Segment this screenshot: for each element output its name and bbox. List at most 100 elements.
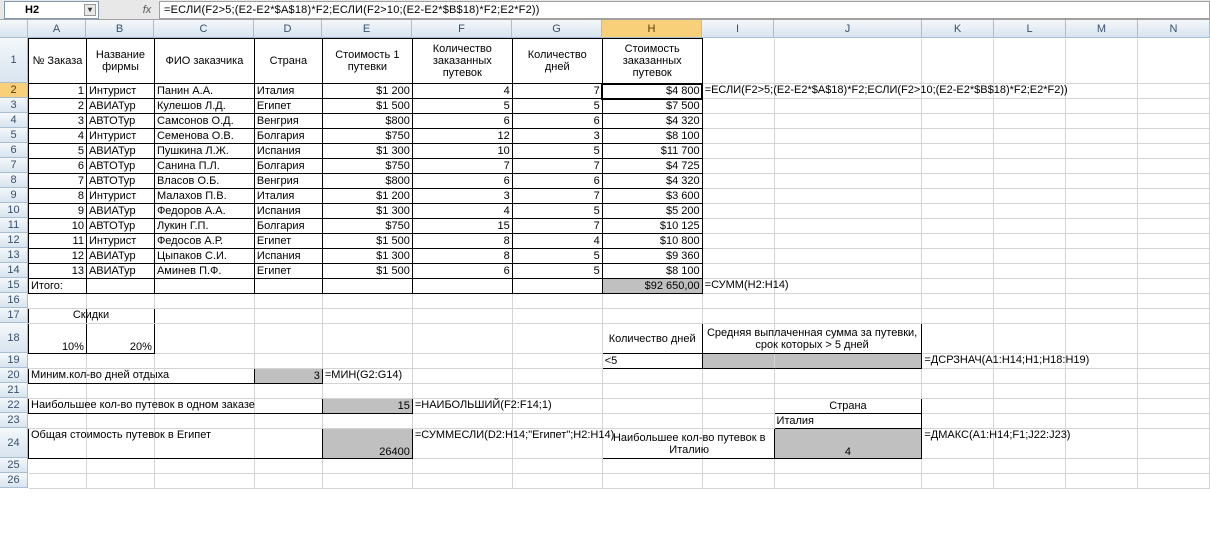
cell-B16[interactable] xyxy=(86,294,154,309)
cell-A14[interactable]: 13 xyxy=(29,264,87,279)
cell-N17[interactable] xyxy=(1138,309,1210,324)
column-header-I[interactable]: I xyxy=(702,20,774,38)
cell-G7[interactable]: 7 xyxy=(512,159,602,174)
cell-N5[interactable] xyxy=(1138,129,1210,144)
cell-H13[interactable]: $9 360 xyxy=(602,249,702,264)
name-box-dropdown-icon[interactable]: ▾ xyxy=(84,4,96,16)
cell-D19[interactable] xyxy=(254,354,322,369)
cell-A13[interactable]: 12 xyxy=(29,249,87,264)
cell-I4[interactable] xyxy=(702,114,774,129)
cell-J8[interactable] xyxy=(774,174,922,189)
cell-F16[interactable] xyxy=(412,294,512,309)
cell-A6[interactable]: 5 xyxy=(29,144,87,159)
cell-M14[interactable] xyxy=(1066,264,1138,279)
cell-K9[interactable] xyxy=(922,189,994,204)
cell-A21[interactable] xyxy=(29,384,87,399)
cell-J25[interactable] xyxy=(774,459,922,474)
cell-C6[interactable]: Пушкина Л.Ж. xyxy=(154,144,254,159)
cell-A10[interactable]: 9 xyxy=(29,204,87,219)
cell-K18[interactable] xyxy=(922,324,994,354)
cell-J21[interactable] xyxy=(774,384,922,399)
cell-A16[interactable] xyxy=(29,294,87,309)
cell-F18[interactable] xyxy=(412,324,512,354)
cell-F20[interactable] xyxy=(412,369,512,384)
cell-G3[interactable]: 5 xyxy=(512,99,602,114)
cell-K25[interactable] xyxy=(922,459,994,474)
cell-E6[interactable]: $1 300 xyxy=(322,144,412,159)
cell-D21[interactable] xyxy=(254,384,322,399)
row-header-11[interactable]: 11 xyxy=(0,218,28,233)
cell-A12[interactable]: 11 xyxy=(29,234,87,249)
cell-I14[interactable] xyxy=(702,264,774,279)
cell-E26[interactable] xyxy=(322,474,412,489)
cell-E21[interactable] xyxy=(322,384,412,399)
cell-E18[interactable] xyxy=(322,324,412,354)
cell-K26[interactable] xyxy=(922,474,994,489)
cell-H4[interactable]: $4 320 xyxy=(602,114,702,129)
cell-E4[interactable]: $800 xyxy=(322,114,412,129)
cell-L6[interactable] xyxy=(994,144,1066,159)
cell-M4[interactable] xyxy=(1066,114,1138,129)
cell-B12[interactable]: Интурист xyxy=(86,234,154,249)
cell-K3[interactable] xyxy=(922,99,994,114)
cell-H8[interactable]: $4 320 xyxy=(602,174,702,189)
cell-K14[interactable] xyxy=(922,264,994,279)
cell-N16[interactable] xyxy=(1138,294,1210,309)
cell-A5[interactable]: 4 xyxy=(29,129,87,144)
cell-J26[interactable] xyxy=(774,474,922,489)
cell-J17[interactable] xyxy=(774,309,922,324)
cell-A22[interactable]: Наибольшее кол-во путевок в одном заказе xyxy=(29,399,87,414)
cell-D25[interactable] xyxy=(254,459,322,474)
cell-G15[interactable] xyxy=(512,279,602,294)
cell-J11[interactable] xyxy=(774,219,922,234)
select-all-corner[interactable] xyxy=(0,20,28,38)
cell-M20[interactable] xyxy=(1066,369,1138,384)
cell-D24[interactable] xyxy=(254,429,322,459)
row-header-23[interactable]: 23 xyxy=(0,413,28,428)
cell-J4[interactable] xyxy=(774,114,922,129)
cell-K7[interactable] xyxy=(922,159,994,174)
cell-G23[interactable] xyxy=(512,414,602,429)
cell-A25[interactable] xyxy=(29,459,87,474)
cell-A26[interactable] xyxy=(29,474,87,489)
cell-B13[interactable]: АВИАТур xyxy=(86,249,154,264)
cell-E11[interactable]: $750 xyxy=(322,219,412,234)
column-header-E[interactable]: E xyxy=(322,20,412,38)
cell-L14[interactable] xyxy=(994,264,1066,279)
row-header-19[interactable]: 19 xyxy=(0,353,28,368)
cell-M8[interactable] xyxy=(1066,174,1138,189)
cell-M10[interactable] xyxy=(1066,204,1138,219)
cell-G2[interactable]: 7 xyxy=(512,84,602,99)
cell-L3[interactable] xyxy=(994,99,1066,114)
cell-I18[interactable]: Средняя выплаченная сумма за путевки, ср… xyxy=(702,324,774,354)
column-header-D[interactable]: D xyxy=(254,20,322,38)
cell-A15[interactable]: Итого: xyxy=(29,279,87,294)
cell-D6[interactable]: Испания xyxy=(254,144,322,159)
cell-J19[interactable] xyxy=(774,354,922,369)
cell-I2[interactable]: =ЕСЛИ(F2>5;(E2-E2*$A$18)*F2;ЕСЛИ(F2>10;(… xyxy=(702,84,774,99)
cell-H19[interactable]: <5 xyxy=(602,354,702,369)
cell-L8[interactable] xyxy=(994,174,1066,189)
cell-M16[interactable] xyxy=(1066,294,1138,309)
column-header-N[interactable]: N xyxy=(1138,20,1210,38)
cell-G18[interactable] xyxy=(512,324,602,354)
cell-C20[interactable] xyxy=(154,369,254,384)
row-header-10[interactable]: 10 xyxy=(0,203,28,218)
cell-N21[interactable] xyxy=(1138,384,1210,399)
cell-N4[interactable] xyxy=(1138,114,1210,129)
cell-N19[interactable] xyxy=(1138,354,1210,369)
cell-I17[interactable] xyxy=(702,309,774,324)
cell-M12[interactable] xyxy=(1066,234,1138,249)
row-header-17[interactable]: 17 xyxy=(0,308,28,323)
cell-J9[interactable] xyxy=(774,189,922,204)
cell-C25[interactable] xyxy=(154,459,254,474)
cell-C11[interactable]: Лукин Г.П. xyxy=(154,219,254,234)
cell-G5[interactable]: 3 xyxy=(512,129,602,144)
cell-E12[interactable]: $1 500 xyxy=(322,234,412,249)
cell-F5[interactable]: 12 xyxy=(412,129,512,144)
cell-H17[interactable] xyxy=(602,309,702,324)
cell-M6[interactable] xyxy=(1066,144,1138,159)
row-header-24[interactable]: 24 xyxy=(0,428,28,458)
cell-J23[interactable]: Италия xyxy=(774,414,922,429)
cell-F13[interactable]: 8 xyxy=(412,249,512,264)
